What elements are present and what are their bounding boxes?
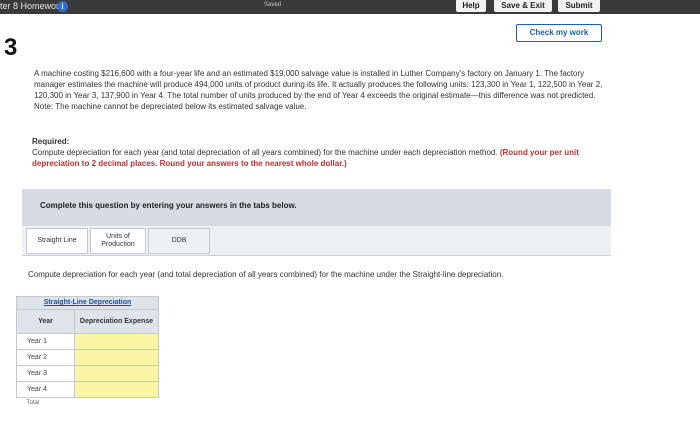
instructions-banner: Complete this question by entering your … xyxy=(22,189,611,231)
depreciation-input[interactable] xyxy=(74,349,159,366)
table-caption: Straight-Line Depreciation xyxy=(16,296,159,310)
tab-ddb[interactable]: DDB xyxy=(148,228,210,254)
problem-text: A machine costing $216,600 with a four-y… xyxy=(34,69,603,111)
required-text: Compute depreciation for each year (and … xyxy=(32,148,498,157)
column-header-year: Year xyxy=(16,309,75,334)
tab-bar: Straight Line Units of Production DDB xyxy=(22,226,611,256)
table-row: Year 1 xyxy=(16,333,159,350)
table-row: Year 2 xyxy=(16,349,159,366)
year-label: Year 2 xyxy=(16,349,75,366)
depreciation-input[interactable] xyxy=(74,365,159,382)
depreciation-input[interactable] xyxy=(74,333,159,350)
top-bar: ter 8 Homework i Saved Help Save & Exit … xyxy=(0,0,700,14)
total-label-cut: Total xyxy=(26,399,40,406)
banner-text: Complete this question by entering your … xyxy=(40,201,297,210)
assignment-title: ter 8 Homework xyxy=(0,1,64,11)
year-label: Year 1 xyxy=(16,333,75,350)
year-label: Year 4 xyxy=(16,381,75,398)
question-number: 3 xyxy=(4,34,18,61)
required-header: Required: xyxy=(32,137,70,146)
help-button[interactable]: Help xyxy=(456,0,486,12)
depreciation-input[interactable] xyxy=(74,381,159,398)
tab-units-of-production[interactable]: Units of Production xyxy=(90,228,146,254)
table-row-cut: Total xyxy=(17,398,159,408)
year-label: Year 3 xyxy=(16,365,75,382)
column-header-expense: Depreciation Expense xyxy=(74,309,159,334)
required-section: Required: Compute depreciation for each … xyxy=(32,136,622,169)
tab-straight-line[interactable]: Straight Line xyxy=(26,228,88,254)
save-exit-button[interactable]: Save & Exit xyxy=(494,0,552,12)
straight-line-table: Straight-Line Depreciation Year Deprecia… xyxy=(16,296,159,408)
table-row: Year 4 xyxy=(16,381,159,398)
table-row: Year 3 xyxy=(16,365,159,382)
submit-button[interactable]: Submit xyxy=(558,0,600,12)
check-my-work-button[interactable]: Check my work xyxy=(516,24,602,42)
saved-status: Saved xyxy=(264,2,282,8)
info-icon[interactable]: i xyxy=(57,1,68,12)
total-value-cut xyxy=(75,398,159,408)
tab-instruction: Compute depreciation for each year (and … xyxy=(28,270,504,279)
